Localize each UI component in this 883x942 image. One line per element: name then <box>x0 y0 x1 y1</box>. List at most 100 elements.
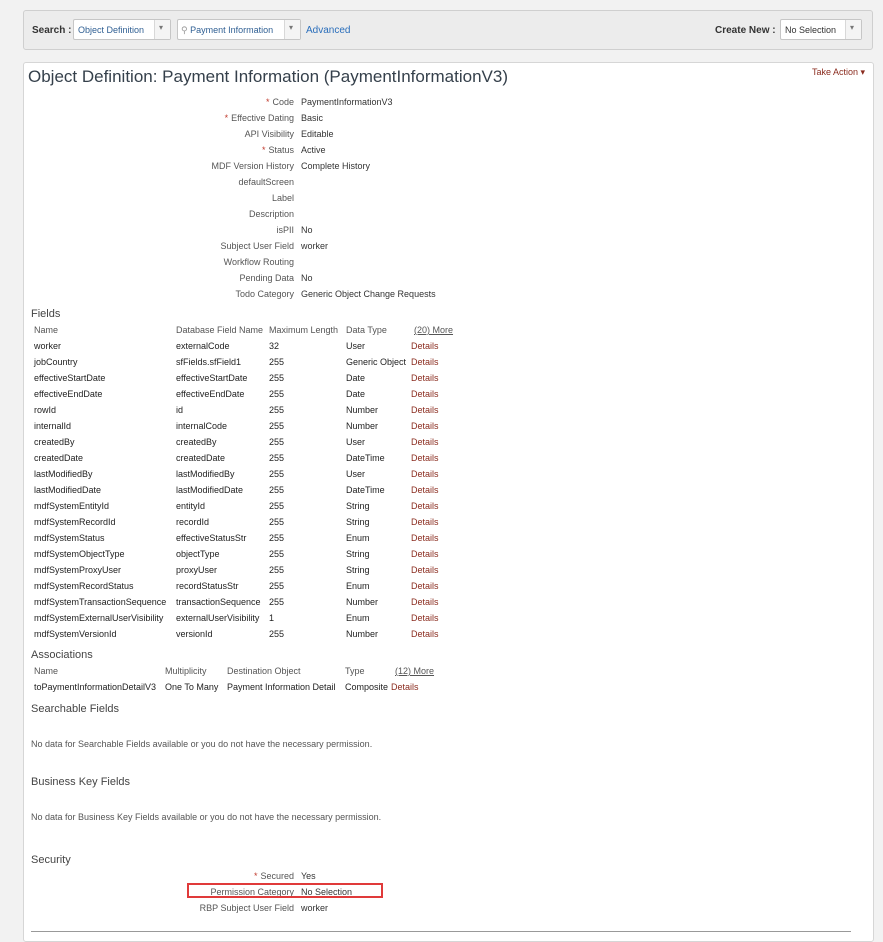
property-value: Basic <box>301 113 324 123</box>
fields-cell: createdDate <box>34 453 84 463</box>
field-details-link[interactable]: Details <box>411 597 439 607</box>
field-details-link[interactable]: Details <box>411 437 439 447</box>
property-label-text: defaultScreen <box>238 177 294 187</box>
take-action-menu[interactable]: Take Action ▾ <box>812 67 865 78</box>
fields-cell: transactionSequence <box>176 597 261 607</box>
object-definition-panel: Object Definition: Payment Information (… <box>23 62 874 942</box>
fields-cell: mdfSystemVersionId <box>34 629 117 639</box>
fields-column-header: Name <box>34 325 59 335</box>
property-label-text: Pending Data <box>239 273 294 283</box>
field-details-link[interactable]: Details <box>411 453 439 463</box>
fields-cell: mdfSystemObjectType <box>34 549 125 559</box>
associations-cell: One To Many <box>165 682 219 692</box>
property-label: defaultScreen <box>238 177 294 187</box>
fields-cell: lastModifiedBy <box>34 469 93 479</box>
field-details-link[interactable]: Details <box>411 533 439 543</box>
field-details-link[interactable]: Details <box>411 613 439 623</box>
fields-cell: 255 <box>269 357 285 367</box>
required-marker: * <box>224 113 229 123</box>
fields-cell: 255 <box>269 533 285 543</box>
advanced-search-link[interactable]: Advanced <box>306 25 350 36</box>
field-details-link[interactable]: Details <box>411 501 439 511</box>
business-key-fields-message: No data for Business Key Fields availabl… <box>31 812 382 822</box>
fields-cell: User <box>346 469 366 479</box>
fields-more-link[interactable]: (20) More <box>414 325 453 335</box>
fields-cell: effectiveEndDate <box>176 389 245 399</box>
create-new-value: No Selection <box>785 25 837 35</box>
search-label: Search : <box>32 25 72 36</box>
fields-cell: 255 <box>269 405 285 415</box>
property-value: PaymentInformationV3 <box>301 97 393 107</box>
fields-cell: User <box>346 437 366 447</box>
field-details-link[interactable]: Details <box>411 357 439 367</box>
field-details-link[interactable]: Details <box>411 581 439 591</box>
fields-cell: mdfSystemProxyUser <box>34 565 122 575</box>
fields-cell: User <box>346 341 366 351</box>
property-label: * Effective Dating <box>225 113 294 123</box>
fields-cell: effectiveEndDate <box>34 389 103 399</box>
fields-cell: 255 <box>269 453 285 463</box>
field-details-link[interactable]: Details <box>411 389 439 399</box>
associations-cell: Payment Information Detail <box>227 682 336 692</box>
fields-cell: 255 <box>269 485 285 495</box>
fields-cell: sfFields.sfField1 <box>176 357 242 367</box>
property-value: Active <box>301 145 326 155</box>
property-label-text: Subject User Field <box>220 241 294 251</box>
fields-cell: Enum <box>346 581 370 591</box>
property-label-text: Label <box>271 193 294 203</box>
property-label-text: Code <box>272 97 294 107</box>
property-label: Label <box>272 193 294 203</box>
fields-cell: Number <box>346 629 379 639</box>
field-details-link[interactable]: Details <box>411 341 439 351</box>
fields-cell: versionId <box>176 629 213 639</box>
field-details-link[interactable]: Details <box>411 405 439 415</box>
fields-cell: 255 <box>269 373 285 383</box>
associations-column-header: Name <box>34 666 59 676</box>
associations-cell: Composite <box>345 682 389 692</box>
search-bar: Search : Object Definition ▾ ⚲ Payment I… <box>23 10 873 50</box>
field-details-link[interactable]: Details <box>411 485 439 495</box>
create-new-dropdown[interactable]: No Selection ▾ <box>780 19 862 40</box>
security-label-text: Secured <box>260 871 294 881</box>
business-key-fields-title: Business Key Fields <box>31 776 131 788</box>
field-details-link[interactable]: Details <box>411 565 439 575</box>
association-details-link[interactable]: Details <box>391 682 419 692</box>
fields-cell: internalId <box>34 421 72 431</box>
fields-cell: String <box>346 517 370 527</box>
fields-cell: createdDate <box>176 453 226 463</box>
fields-column-header: Database Field Name <box>176 325 264 335</box>
associations-more-link[interactable]: (12) More <box>395 666 434 676</box>
fields-cell: lastModifiedBy <box>176 469 235 479</box>
fields-cell: effectiveStatusStr <box>176 533 247 543</box>
required-marker: * <box>253 871 258 881</box>
fields-cell: worker <box>34 341 62 351</box>
associations-column-header: Destination Object <box>227 666 301 676</box>
property-value: No <box>301 273 313 283</box>
property-label-text: isPII <box>276 225 294 235</box>
property-label-text: Description <box>248 209 294 219</box>
field-details-link[interactable]: Details <box>411 469 439 479</box>
field-details-link[interactable]: Details <box>411 549 439 559</box>
search-object-dropdown[interactable]: ⚲ Payment Information ▾ <box>177 19 301 40</box>
fields-cell: Date <box>346 373 366 383</box>
fields-cell: 255 <box>269 501 285 511</box>
security-value: worker <box>301 903 329 913</box>
search-type-dropdown[interactable]: Object Definition ▾ <box>73 19 171 40</box>
fields-cell: 255 <box>269 565 285 575</box>
fields-cell: String <box>346 501 370 511</box>
permission-category-highlight <box>187 883 383 898</box>
security-section-title: Security <box>31 854 71 866</box>
field-details-link[interactable]: Details <box>411 421 439 431</box>
field-details-link[interactable]: Details <box>411 517 439 527</box>
fields-cell: Enum <box>346 613 370 623</box>
field-details-link[interactable]: Details <box>411 373 439 383</box>
searchable-fields-title: Searchable Fields <box>31 703 120 715</box>
fields-cell: 255 <box>269 517 285 527</box>
fields-section-title: Fields <box>31 308 61 320</box>
property-label-text: Status <box>268 145 294 155</box>
fields-cell: objectType <box>176 549 220 559</box>
fields-cell: Number <box>346 421 379 431</box>
security-label: * Secured <box>254 871 294 881</box>
field-details-link[interactable]: Details <box>411 629 439 639</box>
chevron-down-icon: ▾ <box>289 23 294 32</box>
